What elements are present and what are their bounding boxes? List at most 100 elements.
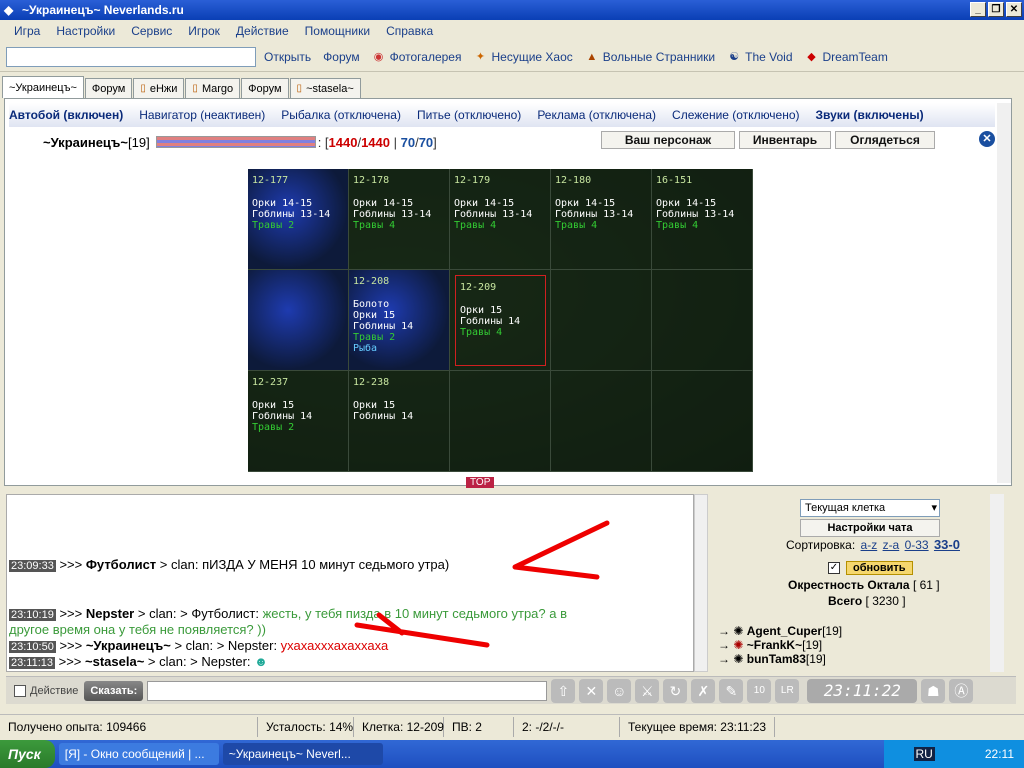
auto-icon[interactable]: Ⓐ <box>949 678 974 703</box>
panel-scrollbar[interactable] <box>997 103 1011 483</box>
chaos-clan-link[interactable]: ✦ Несущие Хаос <box>473 49 573 64</box>
map-cell[interactable] <box>450 371 551 472</box>
auto-refresh-checkbox[interactable]: ✓ <box>828 562 840 574</box>
language-indicator[interactable]: RU <box>913 747 935 761</box>
tab-forum-2[interactable]: Форум <box>241 78 289 98</box>
pv-status[interactable]: ПВ: 2 <box>444 716 514 737</box>
tab-ehzhi[interactable]: ▯ eHжи <box>133 78 185 98</box>
player-name[interactable]: bunTam83 <box>747 652 806 666</box>
start-button[interactable]: Пуск <box>0 740 55 768</box>
map-cell[interactable]: 12-237 Орки 15 Гоблины 14 Травы 2 <box>248 371 349 472</box>
refresh-icon[interactable]: ↻ <box>663 678 688 703</box>
fishing-toggle[interactable]: Рыбалка (отключена) <box>281 108 401 122</box>
slot-status[interactable]: 2: -/2/-/- <box>514 716 620 737</box>
tab-margo[interactable]: ▯ Margo <box>185 78 241 98</box>
player-list-scrollbar[interactable] <box>990 494 1004 672</box>
player-row[interactable]: → ✺ ~FrankK~[19] <box>718 638 842 652</box>
clear-icon[interactable]: ✕ <box>579 678 604 703</box>
forum-link[interactable]: Форум <box>323 50 359 64</box>
close-button[interactable]: ✕ <box>1006 2 1022 17</box>
open-button[interactable]: Открыть <box>264 50 311 64</box>
menu-helpers[interactable]: Помощники <box>297 24 378 38</box>
location-select[interactable]: Текущая клетка <box>800 499 940 517</box>
cell-herbs: Травы 2 <box>252 422 295 433</box>
inventory-button[interactable]: Инвентарь <box>739 131 831 149</box>
refresh-button[interactable]: обновить <box>846 561 913 575</box>
action-checkbox[interactable] <box>14 684 26 697</box>
fight-icon[interactable]: ⚔ <box>635 678 660 703</box>
sort-az-link[interactable]: a-z <box>861 538 878 552</box>
map-cell[interactable] <box>551 371 652 472</box>
map-cell[interactable]: 12-209 Орки 15 Гоблины 14 Травы 4 <box>450 270 551 371</box>
smiley-icon[interactable]: ☺ <box>607 678 632 703</box>
autobattle-toggle[interactable]: Автобой (включен) <box>9 108 123 122</box>
say-button[interactable]: Сказать: <box>84 680 144 701</box>
system-tray: RU 22:11 <box>884 740 1024 768</box>
tab-forum[interactable]: Форум <box>84 78 133 98</box>
player-row[interactable]: → ✺ Agent_Cuper[19] <box>718 624 842 638</box>
map-cell[interactable] <box>652 270 753 371</box>
menu-player[interactable]: Игрок <box>180 24 228 38</box>
up-arrow-icon[interactable]: ⇧ <box>551 678 576 703</box>
tracking-toggle[interactable]: Слежение (отключено) <box>672 108 800 122</box>
chaos-clan-label: Несущие Хаос <box>491 49 573 64</box>
menu-service[interactable]: Сервис <box>123 24 180 38</box>
menu-game[interactable]: Игра <box>6 24 48 38</box>
map-cell[interactable]: 12-238 Орки 15 Гоблины 14 <box>349 371 450 472</box>
cell-fish: Рыба <box>353 343 378 354</box>
chat-scrollbar[interactable] <box>694 494 708 672</box>
character-icon[interactable]: ☗ <box>921 678 946 703</box>
navigator-toggle[interactable]: Навигатор (неактивен) <box>139 108 265 122</box>
void-clan-link[interactable]: ☯ The Void <box>727 50 792 64</box>
close-icon[interactable]: ✕ <box>979 131 995 147</box>
look-around-button[interactable]: Оглядеться <box>835 131 935 149</box>
maximize-button[interactable]: ❐ <box>988 2 1004 17</box>
chat-settings-button[interactable]: Настройки чата <box>800 519 940 537</box>
tab-stasela[interactable]: ▯ ~stasela~ <box>289 78 361 98</box>
map-cell[interactable]: 12-177 Орки 14-15 Гоблины 13-14 Травы 2 <box>248 169 349 270</box>
task-messages[interactable]: [Я] - Окно сообщений | ... <box>58 743 219 765</box>
chat-input[interactable] <box>147 680 548 701</box>
dreamteam-clan-link[interactable]: ◆ DreamTeam <box>805 50 888 64</box>
address-input[interactable] <box>6 46 256 67</box>
photogallery-link[interactable]: ◉ Фотогалерея <box>372 50 462 64</box>
total-count-value: [ 3230 ] <box>865 594 906 608</box>
sounds-toggle[interactable]: Звуки (включены) <box>816 108 924 122</box>
sort-33-0-link[interactable]: 33-0 <box>934 537 960 552</box>
player-name[interactable]: Agent_Cuper <box>747 624 822 638</box>
ten-icon[interactable]: 10 <box>747 678 772 703</box>
lr-icon[interactable]: LR <box>775 678 800 703</box>
cell-id: 12-177 <box>252 175 289 186</box>
player-row[interactable]: → ✺ bunTam83[19] <box>718 652 842 666</box>
cell-id: 12-178 <box>353 175 390 186</box>
sort-0-33-link[interactable]: 0-33 <box>905 538 929 552</box>
menu-action[interactable]: Действие <box>228 24 297 38</box>
ads-toggle[interactable]: Реклама (отключена) <box>537 108 656 122</box>
map-cell[interactable]: 12-178 Орки 14-15 Гоблины 13-14 Травы 4 <box>349 169 450 270</box>
attack-icon[interactable]: ✗ <box>691 678 716 703</box>
map-cell[interactable] <box>652 371 753 472</box>
player-name[interactable]: ~FrankK~ <box>747 638 802 652</box>
task-game[interactable]: ~Украинецъ~ Neverl... <box>222 743 383 765</box>
map-cell[interactable] <box>551 270 652 371</box>
menu-bar: Игра Настройки Сервис Игрок Действие Пом… <box>0 20 1024 42</box>
refresh-row: ✓ обновить <box>828 561 913 575</box>
character-button[interactable]: Ваш персонаж <box>601 131 735 149</box>
wanderers-clan-link[interactable]: ▲ Вольные Странники <box>585 50 715 64</box>
sort-za-link[interactable]: z-a <box>883 538 900 552</box>
menu-help[interactable]: Справка <box>378 24 441 38</box>
minimize-button[interactable]: _ <box>970 2 986 17</box>
location-map[interactable]: 12-177 Орки 14-15 Гоблины 13-14 Травы 2 12-1… <box>248 169 753 472</box>
map-cell[interactable]: 12-179 Орки 14-15 Гоблины 13-14 Травы 4 <box>450 169 551 270</box>
map-cell[interactable]: 12-208 Болото Орки 15 Гоблины 14 Травы 2 Рыба <box>349 270 450 371</box>
map-cell[interactable]: 12-180 Орки 14-15 Гоблины 13-14 Травы 4 <box>551 169 652 270</box>
speech-icon[interactable]: ✎ <box>719 678 744 703</box>
cell-info: Орки 14-15 <box>353 198 414 209</box>
menu-settings[interactable]: Настройки <box>48 24 123 38</box>
map-cell[interactable]: 16-151 Орки 14-15 Гоблины 13-14 Травы 4 <box>652 169 753 270</box>
map-cell[interactable] <box>248 270 349 371</box>
top-tag[interactable]: TOP <box>466 477 495 488</box>
drinking-toggle[interactable]: Питье (отключено) <box>417 108 521 122</box>
online-panel: Текущая клетка Настройки чата Сортировка… <box>710 494 1004 672</box>
tab-character[interactable]: ~Украинецъ~ <box>2 76 84 98</box>
